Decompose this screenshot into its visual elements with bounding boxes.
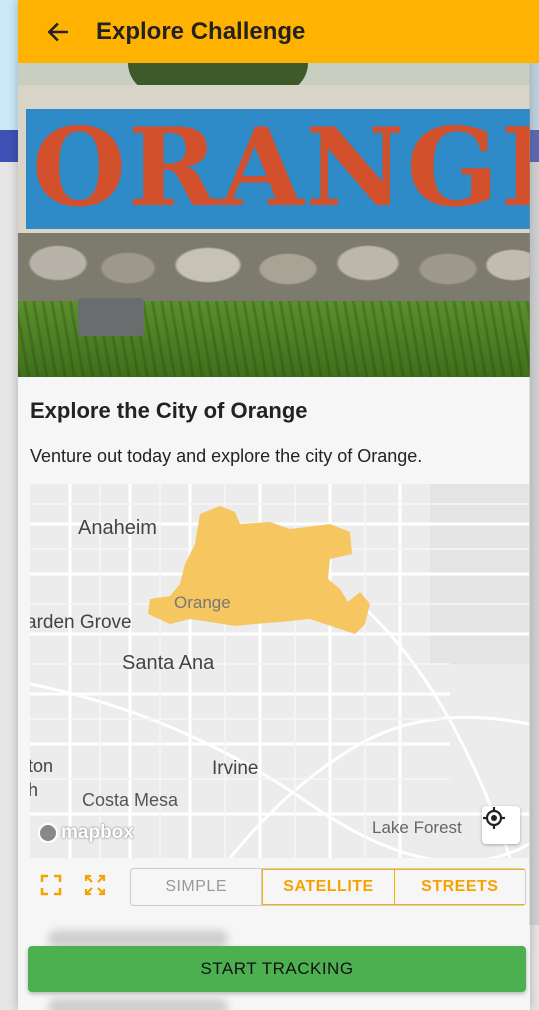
map-label-irvine: Irvine [212, 758, 259, 779]
hero-image: ORANGE [18, 63, 530, 377]
challenge-description: Venture out today and explore the city o… [30, 446, 423, 466]
map-style-toggle: SIMPLE SATELLITE STREETS [130, 868, 526, 906]
city-sign-text: ORANGE [32, 105, 530, 231]
page-title: Explore Challenge [96, 17, 306, 45]
map-style-simple[interactable]: SIMPLE [131, 869, 263, 905]
map-label-garden-grove: arden Grove [30, 612, 132, 633]
map-style-streets[interactable]: STREETS [394, 869, 525, 905]
fullscreen-corners-icon[interactable] [40, 874, 62, 896]
map-label-santa-ana: Santa Ana [122, 652, 215, 674]
map-label-ton: ton [30, 756, 54, 776]
mapbox-logo-text: mapbox [61, 822, 134, 843]
challenge-modal: ORANGE Explore the City of Orange Ventur… [18, 0, 530, 1010]
scrollbar[interactable] [529, 0, 539, 925]
map-label-anaheim: Anaheim [78, 517, 157, 539]
mapbox-icon [38, 823, 58, 843]
fit-bounds-arrows-icon[interactable] [84, 874, 106, 896]
arrow-left-icon [47, 22, 68, 41]
map-label-h: h [30, 780, 39, 800]
locate-me-button[interactable] [482, 806, 520, 844]
map-view[interactable]: Anaheim Orange arden Grove Santa Ana ton… [30, 484, 529, 858]
map-style-satellite[interactable]: SATELLITE [262, 869, 395, 905]
app-bar: Explore Challenge [18, 0, 539, 63]
back-button[interactable] [30, 0, 86, 63]
map-label-costa-mesa: Costa Mesa [82, 790, 179, 810]
mapbox-logo[interactable]: mapbox [38, 822, 134, 844]
crosshair-target-icon [483, 807, 505, 829]
start-tracking-button[interactable]: START TRACKING [28, 946, 526, 992]
map-label-lake-forest: Lake Forest [372, 818, 462, 837]
map-label-orange: Orange [174, 593, 231, 612]
challenge-title: Explore the City of Orange [30, 398, 308, 423]
